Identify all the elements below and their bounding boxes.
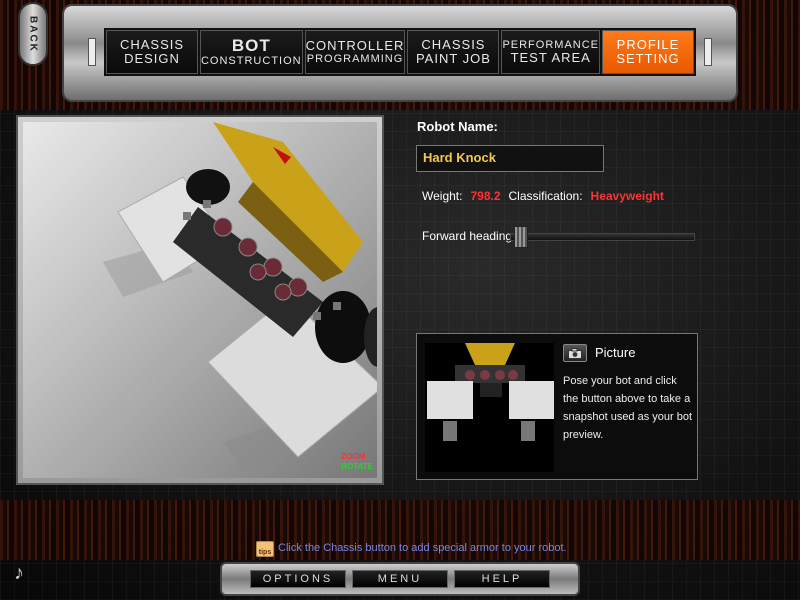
- tab-line1: CONTROLLER: [305, 37, 405, 53]
- robot-stats: Weight: 798.2 Classification: Heavyweigh…: [422, 189, 664, 203]
- rotate-label: ROTATE: [341, 462, 373, 471]
- forward-heading-slider-thumb[interactable]: [514, 226, 529, 248]
- tab-line2: PROGRAMMING: [306, 53, 404, 66]
- tab-chassis-design[interactable]: CHASSIS DESIGN: [106, 30, 198, 74]
- camera-icon: [568, 347, 582, 359]
- tab-line2: SETTING: [616, 51, 680, 66]
- menu-button[interactable]: MENU: [352, 570, 448, 588]
- left-bolt: [88, 38, 96, 66]
- tips-icon-label: tips: [258, 549, 272, 556]
- tab-line1: CHASSIS: [421, 36, 486, 52]
- robot-viewer-frame: ZOOM ROTATE: [16, 115, 384, 485]
- tips-text: Click the Chassis button to add special …: [278, 542, 567, 554]
- forward-heading-slider[interactable]: [510, 226, 695, 248]
- tab-chassis-paint-job[interactable]: CHASSIS PAINT JOB: [407, 30, 500, 74]
- robot-name-input[interactable]: Hard Knock: [416, 145, 604, 172]
- bottom-menu-bar: OPTIONS MENU HELP: [220, 562, 580, 596]
- zoom-label: ZOOM: [341, 452, 366, 461]
- picture-description: Pose your bot and click the button above…: [563, 375, 693, 441]
- music-note-icon[interactable]: ♪: [14, 562, 24, 585]
- classification-value: Heavyweight: [590, 189, 664, 203]
- tab-line2: DESIGN: [124, 51, 180, 66]
- bot-snapshot-preview: [425, 343, 554, 472]
- picture-panel: Picture Pose your bot and click the butt…: [416, 333, 698, 480]
- tab-line2: TEST AREA: [510, 49, 591, 65]
- take-snapshot-button[interactable]: [563, 344, 587, 362]
- tips-icon: tips: [256, 541, 274, 557]
- robot-model-render: [103, 122, 377, 472]
- snapshot-render: [427, 343, 554, 441]
- tab-bot-construction[interactable]: BOT CONSTRUCTION: [199, 30, 303, 74]
- robot-3d-viewport[interactable]: ZOOM ROTATE: [23, 122, 377, 478]
- tab-line2: CONSTRUCTION: [200, 55, 302, 68]
- tab-line1: CHASSIS: [119, 36, 185, 52]
- weight-label: Weight:: [422, 189, 463, 203]
- zoom-rotate-hint: ZOOM ROTATE: [341, 452, 373, 472]
- classification-label: Classification:: [508, 189, 583, 203]
- tab-line1: PROFILE: [616, 36, 680, 52]
- picture-title: Picture: [595, 345, 636, 360]
- options-button[interactable]: OPTIONS: [250, 570, 346, 588]
- forward-heading-label: Forward heading:: [422, 229, 516, 243]
- tab-performance-test-area[interactable]: PERFORMANCE TEST AREA: [501, 30, 600, 74]
- back-button[interactable]: BACK: [18, 2, 48, 66]
- tab-line1: BOT: [231, 35, 271, 55]
- right-bolt: [704, 38, 712, 66]
- tab-profile-setting[interactable]: PROFILE SETTING: [602, 30, 694, 74]
- weight-value: 798.2: [470, 189, 501, 203]
- robot-name-label: Robot Name:: [417, 119, 498, 134]
- back-button-label: BACK: [27, 15, 39, 53]
- section-tabs: CHASSIS DESIGN BOT CONSTRUCTION CONTROLL…: [104, 28, 696, 76]
- help-button[interactable]: HELP: [454, 570, 550, 588]
- tab-controller-programming[interactable]: CONTROLLER PROGRAMMING: [304, 30, 406, 74]
- tab-line2: PAINT JOB: [415, 51, 491, 66]
